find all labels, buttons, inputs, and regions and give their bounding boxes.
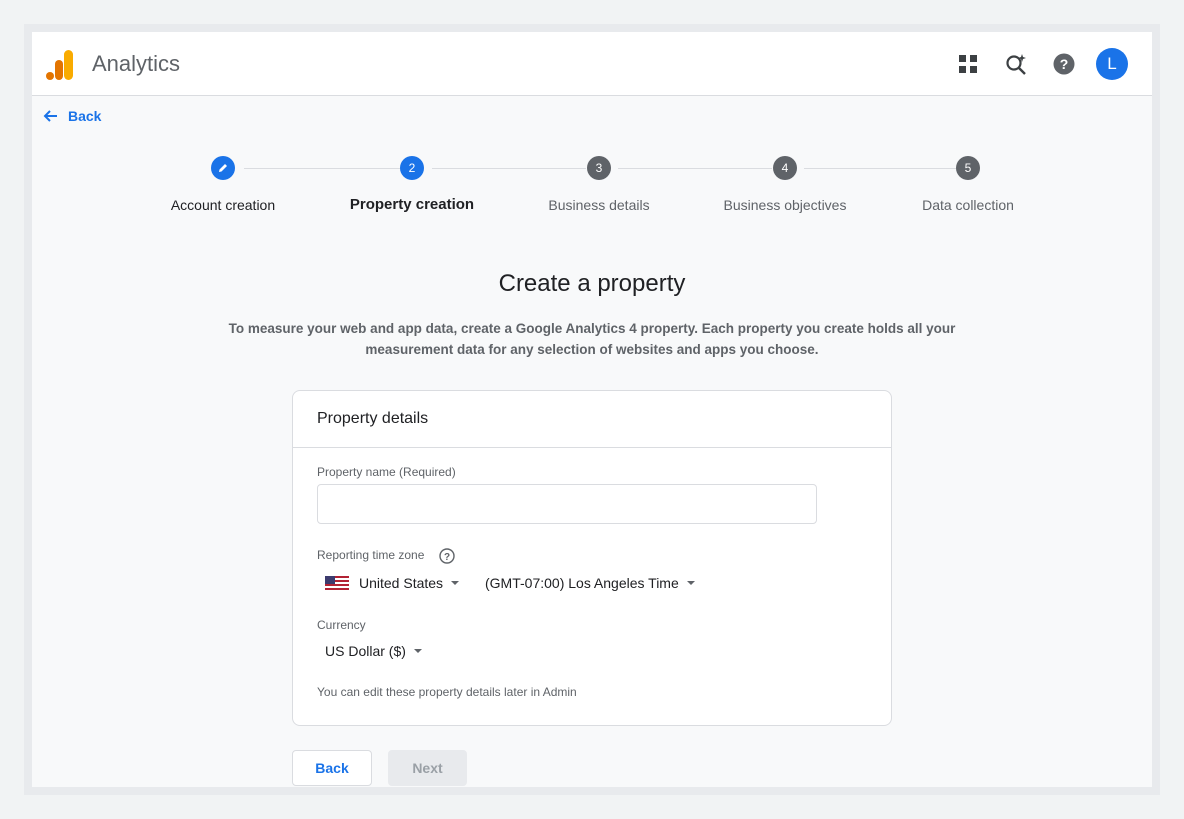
back-link[interactable]: Back	[42, 106, 101, 126]
step-connector	[432, 168, 586, 169]
description-line-1: To measure your web and app data, create…	[228, 321, 956, 336]
step-2-indicator: 2	[400, 156, 424, 180]
step-2-label: Property creation	[349, 196, 475, 213]
step-5-label: Data collection	[922, 197, 1014, 213]
step-3-indicator: 3	[587, 156, 611, 180]
country-value: United States	[359, 575, 444, 591]
country-dropdown[interactable]: United States	[325, 573, 460, 593]
currency-value: US Dollar ($)	[325, 643, 406, 659]
currency-dropdown[interactable]: US Dollar ($)	[325, 641, 422, 661]
chevron-down-icon	[451, 581, 460, 585]
timezone-dropdown[interactable]: (GMT-07:00) Los Angeles Time	[485, 573, 695, 593]
step-3-label: Business details	[548, 197, 650, 213]
apps-grid-icon[interactable]	[956, 52, 980, 76]
chevron-down-icon	[413, 649, 422, 653]
top-app-bar: Analytics ? L	[32, 32, 1152, 96]
card-title: Property details	[293, 391, 891, 448]
analytics-logo-icon	[46, 50, 73, 80]
help-icon[interactable]: ?	[1052, 52, 1076, 76]
pencil-icon	[219, 164, 227, 172]
edit-later-hint: You can edit these property details late…	[317, 685, 577, 699]
step-connector	[244, 168, 400, 169]
svg-text:?: ?	[1060, 56, 1069, 72]
us-flag-icon	[325, 576, 349, 590]
property-name-label: Property name (Required)	[317, 465, 456, 479]
arrow-back-icon	[43, 110, 57, 122]
timezone-label: Reporting time zone	[317, 548, 425, 562]
help-outline-icon[interactable]: ?	[439, 548, 455, 564]
step-1-label: Account creation	[170, 197, 276, 213]
back-button[interactable]: Back	[292, 750, 372, 786]
step-connector	[618, 168, 772, 169]
app-title: Analytics	[92, 51, 181, 76]
description-line-2: measurement data for any selection of we…	[365, 342, 819, 357]
next-button-disabled[interactable]: Next	[388, 750, 467, 786]
currency-label: Currency	[317, 618, 366, 632]
step-1-indicator	[211, 156, 235, 180]
page-title: Create a property	[498, 270, 686, 297]
step-4-indicator: 4	[773, 156, 797, 180]
chevron-down-icon	[686, 581, 695, 585]
svg-text:?: ?	[444, 552, 450, 563]
page-description: To measure your web and app data, create…	[202, 318, 982, 360]
step-connector	[804, 168, 956, 169]
step-5-indicator: 5	[956, 156, 980, 180]
property-details-card: Property details Property name (Required…	[292, 390, 892, 726]
step-4-label: Business objectives	[723, 197, 847, 213]
account-avatar[interactable]: L	[1096, 48, 1128, 80]
analytics-window: Analytics ? L Back 2 3 4 5 Account creat…	[32, 32, 1152, 787]
timezone-value: (GMT-07:00) Los Angeles Time	[485, 575, 679, 591]
search-insights-icon[interactable]	[1004, 52, 1028, 76]
back-link-label: Back	[68, 108, 102, 124]
property-name-input[interactable]	[317, 484, 817, 524]
